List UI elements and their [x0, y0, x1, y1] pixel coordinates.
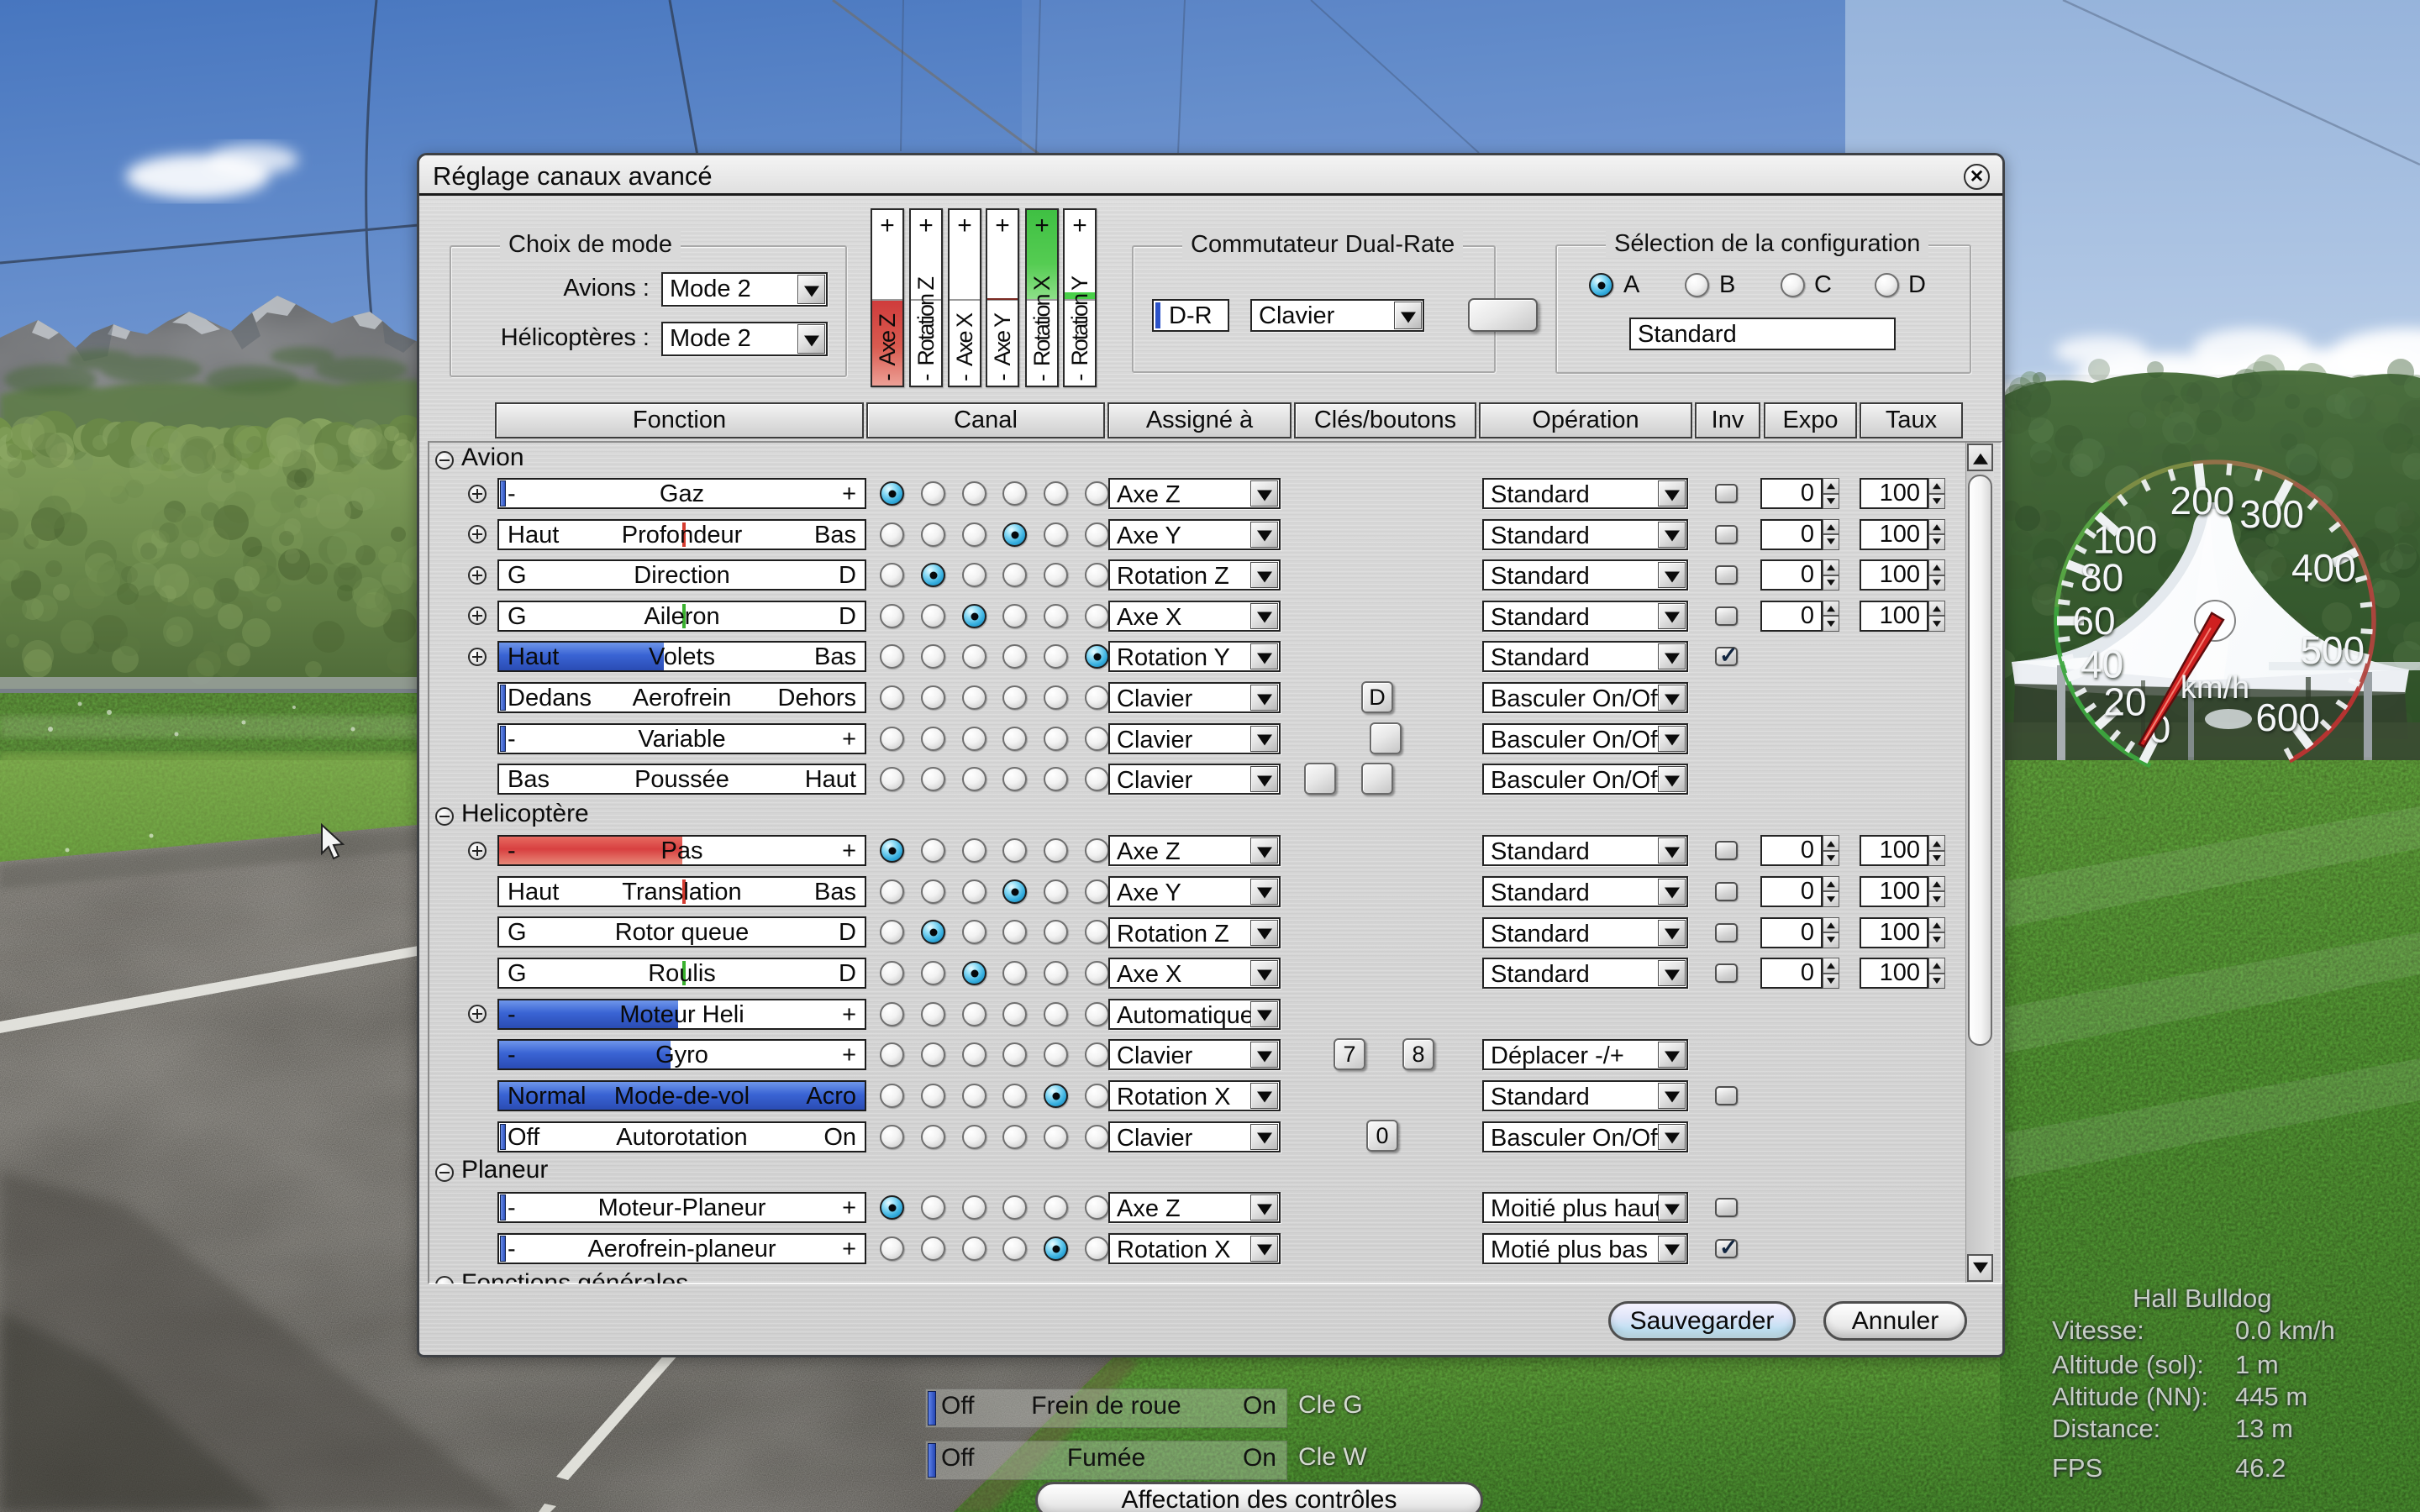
svg-text:80: 80: [2081, 555, 2123, 599]
svg-text:400: 400: [2291, 546, 2356, 590]
svg-text:500: 500: [2300, 628, 2365, 672]
svg-text:km/h: km/h: [2181, 670, 2249, 706]
svg-text:20: 20: [2103, 680, 2146, 723]
svg-text:60: 60: [2072, 599, 2115, 643]
svg-text:40: 40: [2081, 643, 2123, 686]
svg-text:200: 200: [2170, 479, 2235, 522]
svg-text:600: 600: [2255, 696, 2320, 739]
svg-text:100: 100: [2093, 518, 2158, 562]
svg-text:300: 300: [2239, 492, 2304, 536]
